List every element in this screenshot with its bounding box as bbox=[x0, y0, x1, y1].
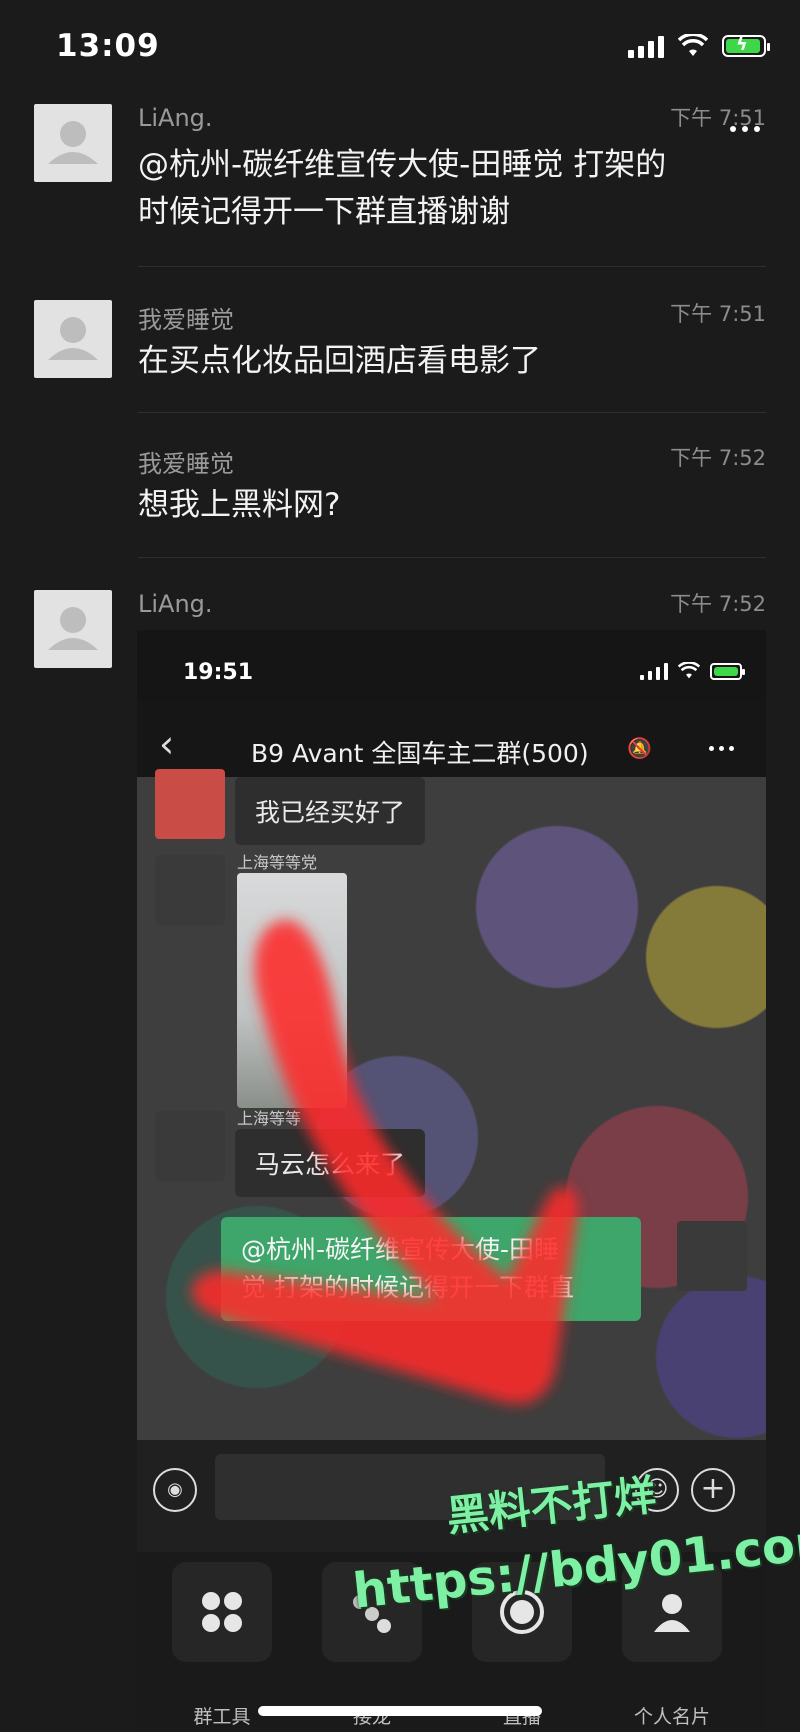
avatar bbox=[155, 855, 225, 925]
voice-icon: ◉ bbox=[153, 1468, 197, 1512]
message-text-line: 时候记得开一下群直播谢谢 bbox=[138, 194, 510, 230]
inner-status-time: 19:51 bbox=[183, 660, 254, 685]
message-text: @杭州-碳纤维宣传大使-田睡觉 打架的 时候记得开一下群直播谢谢 bbox=[138, 142, 748, 236]
sender-name: 我爱睡觉 bbox=[138, 306, 234, 334]
plus-icon: + bbox=[691, 1468, 735, 1512]
status-bar: 13:09 ϟ bbox=[0, 0, 800, 96]
my-chat-bubble: @杭州-碳纤维宣传大使-田睡 觉 打架的时候记得开一下群直 bbox=[221, 1217, 641, 1321]
divider bbox=[138, 266, 766, 267]
back-chevron-icon: ‹ bbox=[159, 722, 175, 766]
inner-status-bar: 19:51 bbox=[137, 630, 766, 700]
inner-chat-area: 我已经买好了 上海等等党 上海等等 马云怎么来了 @杭州-碳纤维宣传大使-田睡 … bbox=[137, 769, 766, 1440]
divider bbox=[138, 557, 766, 558]
battery-charging-icon: ϟ bbox=[722, 34, 770, 57]
sender-name: LiAng. bbox=[138, 590, 213, 618]
avatar bbox=[677, 1221, 747, 1291]
avatar[interactable] bbox=[34, 300, 112, 378]
tool-group-tools: 群工具 bbox=[167, 1562, 277, 1729]
cellular-signal-icon bbox=[628, 34, 664, 58]
avatar[interactable] bbox=[34, 104, 112, 182]
my-bubble-line: 觉 打架的时候记得开一下群直 bbox=[241, 1273, 574, 1302]
divider bbox=[138, 412, 766, 413]
chat-bubble: 我已经买好了 bbox=[235, 777, 426, 845]
message-text: 想我上黑料网? bbox=[138, 487, 341, 523]
home-indicator[interactable] bbox=[258, 1706, 542, 1716]
status-time: 13:09 bbox=[56, 28, 160, 64]
tool-label: 个人名片 bbox=[633, 1706, 710, 1728]
message-time: 下午 7:51 bbox=[670, 106, 766, 130]
inner-sender-name: 上海等等党 bbox=[237, 853, 318, 872]
avatar[interactable] bbox=[34, 590, 112, 668]
message-text: 在买点化妆品回酒店看电影了 bbox=[138, 343, 541, 379]
grid-icon bbox=[172, 1562, 272, 1662]
cellular-signal-icon bbox=[640, 662, 668, 680]
battery-charging-icon bbox=[710, 662, 745, 680]
inner-status-icons bbox=[640, 662, 745, 680]
status-icons: ϟ bbox=[628, 34, 770, 58]
message-time: 下午 7:52 bbox=[670, 592, 766, 616]
avatar bbox=[155, 1111, 225, 1181]
inner-chat-title: B9 Avant 全国车主二群(500) bbox=[251, 739, 589, 768]
sender-name: LiAng. bbox=[138, 104, 213, 132]
wifi-icon bbox=[678, 34, 708, 56]
message-time: 下午 7:51 bbox=[670, 302, 766, 326]
my-bubble-line: @杭州-碳纤维宣传大使-田睡 bbox=[241, 1235, 560, 1264]
avatar bbox=[155, 769, 225, 839]
image-thumbnail bbox=[237, 873, 347, 1108]
wifi-icon bbox=[678, 662, 700, 679]
message-text-line: @杭州-碳纤维宣传大使-田睡觉 打架的 bbox=[138, 147, 667, 183]
more-options-icon bbox=[709, 746, 734, 751]
chat-bubble: 马云怎么来了 bbox=[235, 1129, 426, 1197]
mute-bell-icon: 🔕 bbox=[627, 736, 652, 760]
inner-sender-name: 上海等等 bbox=[237, 1109, 302, 1128]
message-time: 下午 7:52 bbox=[670, 446, 766, 470]
sender-name: 我爱睡觉 bbox=[138, 450, 234, 478]
